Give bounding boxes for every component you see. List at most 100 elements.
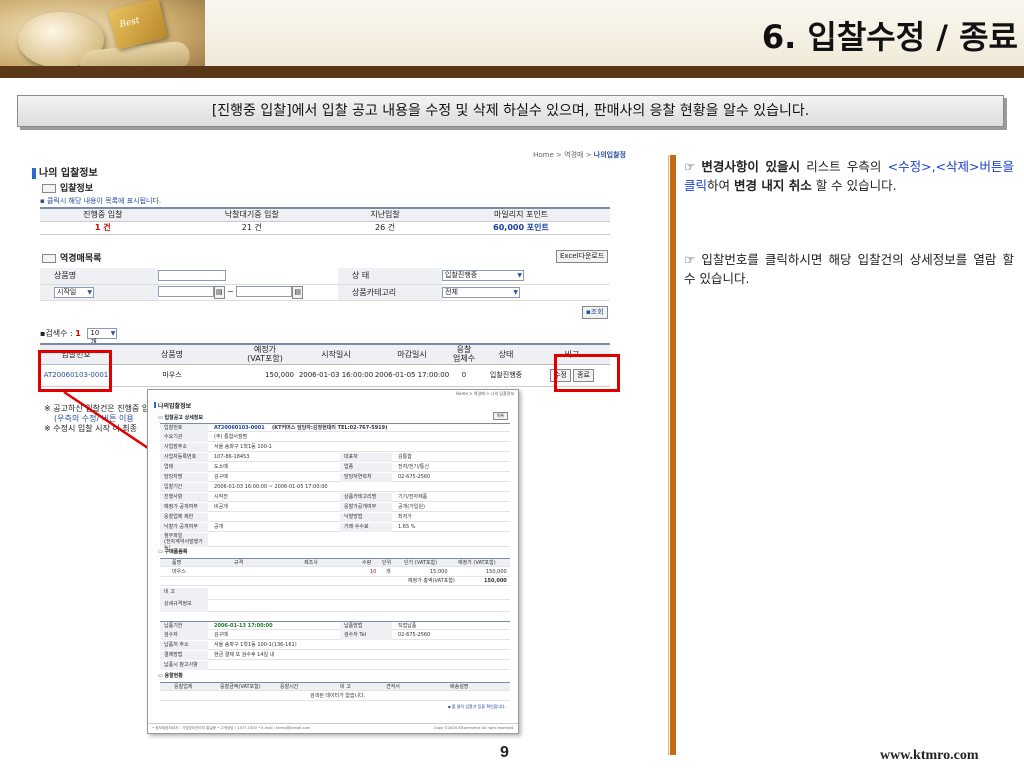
purchase-col: 수량 [362, 560, 372, 566]
excel-download-button[interactable]: Excel다운로드 [556, 250, 609, 263]
purchase-cell: 마우스 [172, 569, 186, 575]
calendar-icon[interactable]: ▤ [292, 285, 304, 299]
breadcrumb-home[interactable]: Home [533, 151, 554, 159]
date-separator: ~ [227, 286, 234, 296]
popup-section-label: 입찰공고 상세정보 [164, 415, 204, 421]
title-marker-icon [32, 167, 36, 179]
popup-detail-row: 업태 도소매 업종 전자/전기/통신 [160, 463, 510, 472]
popup-value: 기기/전자제품 [398, 494, 428, 500]
section-auction-list: 역경매목록 [42, 251, 101, 264]
purchase-col: 예정가 (VAT포함) [458, 560, 496, 566]
popup-label: 담당자명 [160, 473, 208, 482]
col-start: 시작일시 [298, 343, 374, 365]
header-bar [0, 66, 1024, 78]
status-select[interactable]: 입찰진행중 [442, 270, 524, 282]
purchase-cell: 10 [370, 569, 377, 575]
popup-value: 최저가 [398, 514, 412, 520]
period-select[interactable]: 시작일 [54, 286, 94, 298]
bid-col: 견적서 [386, 684, 400, 690]
popup-value: 공개 [214, 524, 224, 530]
bidders-cell: 0 [450, 364, 478, 387]
subtitle-box: [진행중 입찰]에서 입찰 공고 내용을 수정 및 삭제 하실수 있으며, 판매… [17, 95, 1004, 127]
summary-active-count[interactable]: 1 건 [40, 221, 166, 235]
status-cell: 입찰진행중 [478, 364, 534, 387]
breadcrumb-sep: > [585, 151, 592, 159]
start-date-input[interactable] [158, 285, 214, 297]
popup-label: 납품기한 [160, 622, 208, 631]
summary-mileage: 60,000 포인트 [432, 221, 610, 235]
product-cell: 마우스 [112, 364, 232, 387]
section-auction-list-label: 역경매목록 [60, 254, 102, 264]
popup-value: 김통합 [398, 454, 412, 460]
popup-value: 2006-01-13 17:00:00 [214, 623, 273, 629]
pointer-icon: ☞ [684, 159, 702, 174]
popup-value: 비공개 [214, 504, 228, 510]
popup-detail-row: 진행사항 시작전 상품카테고리명 기기/전자제품 [160, 493, 510, 502]
result-count-value: 1 [75, 329, 81, 338]
summary-header: 지난입찰 [338, 207, 433, 222]
popup-list-button[interactable]: 목록 [492, 412, 508, 420]
breadcrumb-sep: > [556, 151, 562, 159]
popup-detail-row: 응찰업체 제한 낙찰방법 최저가 [160, 513, 510, 522]
bid-note: ▪ 를 클릭 입찰가 등을 확인합니다. [447, 704, 506, 709]
purchase-total-label: 예정가 총액(VAT포함) [408, 578, 455, 584]
popup-footer-left: • 정보제공처리자 : 기업정보관리자 홍길동 • 고객상담 / 1577-15… [152, 726, 311, 730]
popup-bid-note: (KT커머스 담당자:김정현대리 TEL:02-767-5919) [272, 425, 388, 431]
result-count-label: ▪검색수 : [40, 329, 73, 338]
popup-label: 업태 [160, 463, 208, 472]
explanation-1-bold: 변경사항이 있을시 [701, 159, 801, 174]
summary-header: 낙찰대기중 입찰 [165, 207, 339, 222]
best-card-label: Best [118, 15, 141, 31]
popup-section-label: 응찰현황 [164, 673, 183, 679]
popup-value: 현금 결제 또 검수후 14일 내 [214, 652, 275, 658]
bid-empty-text: 검색된 데이터가 없습니다. [310, 693, 366, 699]
breadcrumb-mid[interactable]: 역경매 [564, 151, 583, 159]
popup-detail-row: 사업장주소 서울 송파구 1학1동 100-1 [160, 443, 510, 452]
popup-label: 사업장주소 [160, 443, 208, 452]
col-price: 예정가 (VAT포함) [232, 343, 298, 365]
popup-detail-row: 담당자명 김구매 담당자연락처 02-675-2560 [160, 473, 510, 482]
col-status: 상태 [478, 343, 534, 365]
popup-detail-row: 사업자등록번호 107-86-18453 대표자 김통합 [160, 453, 510, 462]
popup-label: 비 고 [160, 588, 208, 600]
popup-label: 납품처 주소 [160, 641, 208, 650]
popup-value: (주) 통합서점명 [214, 434, 248, 440]
section-icon [42, 254, 56, 263]
summary-header: 마일리지 포인트 [432, 207, 610, 222]
purchase-row: 마우스 10 개 15,000 150,000 [160, 568, 510, 577]
calendar-icon[interactable]: ▤ [214, 285, 225, 299]
popup-label: 낙찰방법 [340, 513, 392, 522]
col-end: 마감일시 [374, 343, 450, 365]
popup-value: 1.65 % [398, 524, 416, 530]
popup-value: 김구매 [214, 632, 228, 638]
per-page-select[interactable]: 10개 [87, 328, 118, 346]
price-cell: 150,000 [232, 364, 298, 387]
bid-col: 비 고 [340, 684, 351, 690]
summary-past-count[interactable]: 26 건 [338, 221, 433, 235]
bid-col: 응찰시간 [280, 684, 299, 690]
purchase-cell: 개 [386, 569, 391, 575]
bid-col: 배송설명 [450, 684, 469, 690]
popup-label: 상세규격정보 [160, 600, 208, 612]
divider-bar [670, 155, 676, 755]
product-name-input[interactable] [158, 270, 226, 282]
popup-title-text: 나의입찰정보 [158, 403, 192, 410]
summary-pending-count[interactable]: 21 건 [165, 221, 339, 235]
search-button[interactable]: ▪조회 [582, 306, 608, 319]
bid-col: 응찰업체 [174, 684, 193, 690]
purchase-cell: 150,000 [486, 569, 507, 575]
popup-detail-row: 예정가 공개여부 비공개 응찰가공개여부 공개(가입원) [160, 503, 510, 512]
site-url: www.ktmro.com [880, 748, 979, 763]
popup-value: 서울 송파구 1학1동 100-1 [214, 444, 272, 450]
explanation-2: ☞ 입찰번호를 클릭하시면 해당 입찰건의 상세정보를 열람 할 수 있습니다. [684, 252, 1014, 286]
popup-detail-row: 수요기관 (주) 통합서점명 [160, 433, 510, 442]
popup-section-detail: ▭ 입찰공고 상세정보 [158, 415, 204, 421]
popup-label: 납품방법 [340, 622, 392, 631]
category-select[interactable]: 전체 [442, 286, 520, 298]
popup-label: 대표자 [340, 453, 392, 462]
popup-label: 진행사항 [160, 493, 208, 502]
popup-value: 전자/전기/통신 [398, 464, 429, 470]
end-date-input[interactable] [236, 285, 293, 297]
purchase-col: 제조사 [304, 560, 318, 566]
purchase-total-row: 예정가 총액(VAT포함) 150,000 [160, 577, 510, 586]
